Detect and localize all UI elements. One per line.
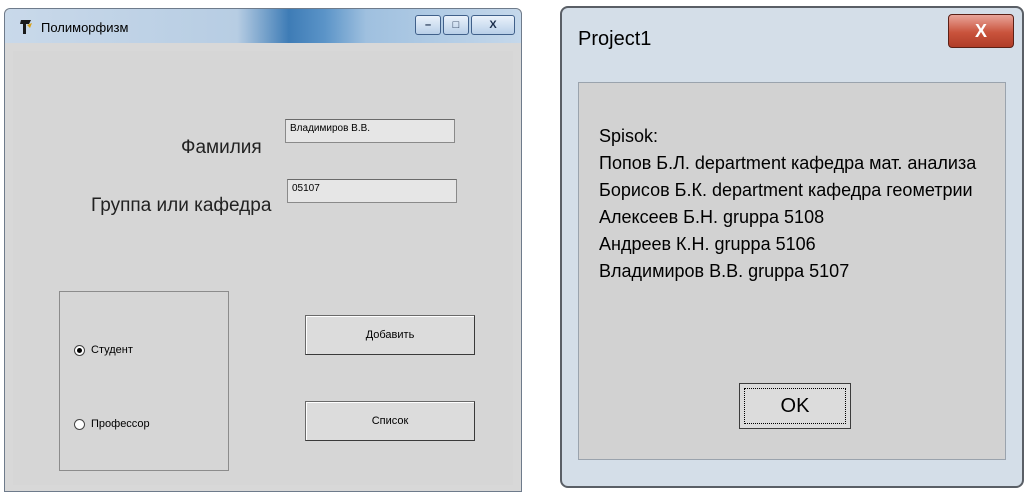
- dialog-title: Project1: [578, 28, 652, 50]
- focus-rect: [744, 388, 846, 424]
- message-line: Андреев К.Н. gruppa 5106: [599, 234, 816, 254]
- radio-professor-label: Профессор: [91, 418, 150, 430]
- message-line: Spisok:: [599, 126, 659, 146]
- close-icon: X: [489, 19, 497, 31]
- title-bar[interactable]: Полиморфизм – □ X: [5, 9, 521, 43]
- message-line: Алексеев Б.Н. gruppa 5108: [599, 207, 825, 227]
- list-button[interactable]: Список: [305, 401, 475, 441]
- window-title: Полиморфизм: [41, 20, 129, 35]
- surname-input[interactable]: Владимиров В.В.: [285, 119, 455, 143]
- radio-checked-icon: [74, 344, 85, 356]
- minimize-button[interactable]: –: [415, 15, 441, 35]
- maximize-icon: □: [452, 19, 460, 31]
- group-input[interactable]: 05107: [287, 179, 457, 203]
- close-icon: X: [974, 20, 987, 41]
- maximize-button[interactable]: □: [443, 15, 469, 35]
- message-dialog: Project1 X Spisok: Попов Б.Л. department…: [560, 6, 1024, 488]
- minimize-icon: –: [424, 19, 432, 31]
- dialog-close-button[interactable]: X: [948, 14, 1014, 48]
- add-button[interactable]: Добавить: [305, 315, 475, 355]
- surname-label: Фамилия: [181, 137, 262, 158]
- radio-student-label: Студент: [91, 344, 133, 356]
- radio-unchecked-icon: [74, 418, 85, 430]
- role-groupbox: Студент Профессор: [59, 291, 229, 471]
- form-client-area: Фамилия Владимиров В.В. Группа или кафед…: [13, 51, 513, 485]
- message-line: Попов Б.Л. department кафедра мат. анали…: [599, 153, 977, 173]
- close-button[interactable]: X: [471, 15, 515, 35]
- caption-buttons: – □ X: [415, 15, 515, 37]
- message-line: Владимиров В.В. gruppa 5107: [599, 261, 850, 281]
- radio-professor[interactable]: Профессор: [74, 418, 150, 430]
- ok-button[interactable]: OK: [739, 383, 851, 429]
- radio-student[interactable]: Студент: [74, 344, 133, 356]
- message-line: Борисов Б.К. department кафедра геометри…: [599, 180, 973, 200]
- app-icon: [20, 20, 32, 34]
- dialog-client-area: Spisok: Попов Б.Л. department кафедра ма…: [578, 82, 1006, 460]
- group-label: Группа или кафедра: [91, 195, 272, 216]
- polymorphism-window: Полиморфизм – □ X Фамилия Владимиров В.В…: [4, 8, 522, 492]
- message-text: Spisok: Попов Б.Л. department кафедра ма…: [599, 123, 976, 285]
